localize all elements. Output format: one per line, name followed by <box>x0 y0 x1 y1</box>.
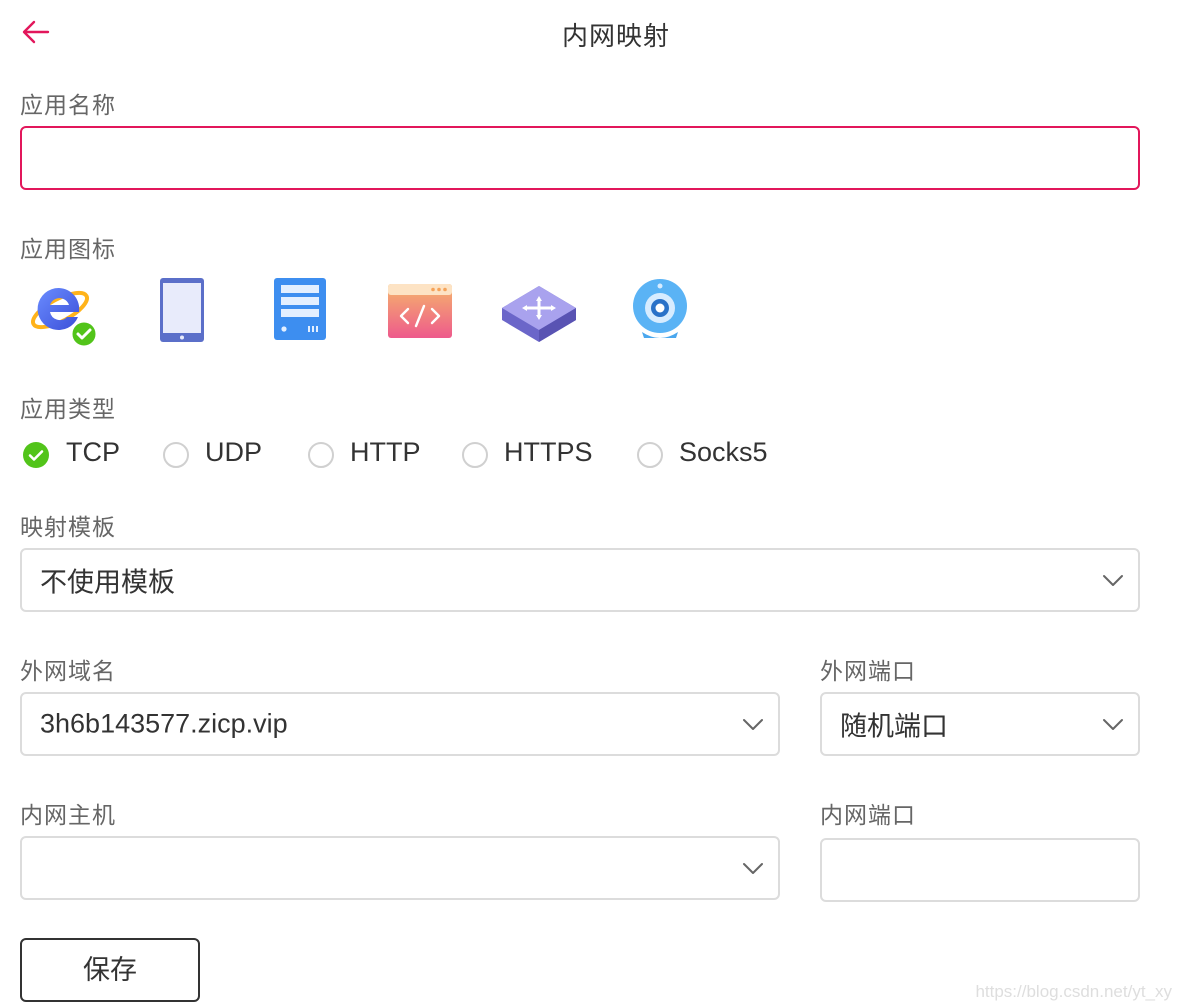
page-title: 内网映射 <box>561 21 670 51</box>
internal-host-label: 内网主机 <box>20 802 116 828</box>
icon-option-ie[interactable] <box>26 274 102 349</box>
server-icon <box>274 278 326 340</box>
icon-option-switch[interactable] <box>500 274 578 346</box>
app-type-label: 应用类型 <box>20 396 116 422</box>
internal-port-input[interactable] <box>820 838 1140 902</box>
radio-udp[interactable]: UDP <box>163 432 262 472</box>
network-switch-icon <box>502 286 576 342</box>
icon-option-camera[interactable] <box>630 274 690 346</box>
icon-option-server[interactable] <box>272 274 328 346</box>
template-select[interactable]: 不使用模板 <box>20 548 1140 612</box>
external-port-value: 随机端口 <box>840 711 948 742</box>
radio-socks5[interactable]: Socks5 <box>637 432 768 472</box>
app-icon-label: 应用图标 <box>20 236 116 262</box>
template-label: 映射模板 <box>20 514 116 540</box>
webcam-icon <box>633 279 687 338</box>
chevron-down-icon <box>743 863 763 874</box>
header-bar: 内网映射 <box>0 0 1180 66</box>
radio-unchecked-icon <box>637 441 663 468</box>
watermark: https://blog.csdn.net/yt_xy <box>975 982 1172 1001</box>
icon-option-tablet[interactable] <box>158 274 206 346</box>
chevron-down-icon <box>743 719 763 730</box>
external-port-select[interactable]: 随机端口 <box>820 692 1140 756</box>
radio-label-http: HTTP <box>350 436 421 467</box>
external-port-label: 外网端口 <box>820 658 916 684</box>
external-domain-value: 3h6b143577.zicp.vip <box>40 708 288 739</box>
template-select-value: 不使用模板 <box>40 567 175 598</box>
radio-https[interactable]: HTTPS <box>462 432 593 472</box>
ie-browser-icon <box>31 287 99 349</box>
app-name-input[interactable] <box>20 126 1140 190</box>
tablet-icon <box>160 278 204 342</box>
internal-host-select[interactable] <box>20 836 780 900</box>
radio-label-https: HTTPS <box>504 436 593 467</box>
save-button[interactable]: 保存 <box>20 938 200 1002</box>
radio-unchecked-icon <box>308 441 334 468</box>
internal-port-label: 内网端口 <box>820 802 916 828</box>
radio-label-socks5: Socks5 <box>679 436 768 467</box>
external-domain-label: 外网域名 <box>20 658 116 684</box>
radio-label-tcp: TCP <box>66 436 120 467</box>
radio-label-udp: UDP <box>205 436 263 467</box>
radio-tcp[interactable]: TCP <box>22 432 120 472</box>
external-domain-select[interactable]: 3h6b143577.zicp.vip <box>20 692 780 756</box>
chevron-down-icon <box>1103 575 1123 586</box>
radio-unchecked-icon <box>163 441 189 468</box>
radio-http[interactable]: HTTP <box>308 432 421 472</box>
app-name-label: 应用名称 <box>20 92 116 118</box>
chevron-down-icon <box>1103 719 1123 730</box>
radio-checked-icon <box>23 441 49 468</box>
icon-option-web[interactable] <box>386 274 454 346</box>
radio-unchecked-icon <box>462 441 488 468</box>
code-window-icon <box>388 284 452 338</box>
